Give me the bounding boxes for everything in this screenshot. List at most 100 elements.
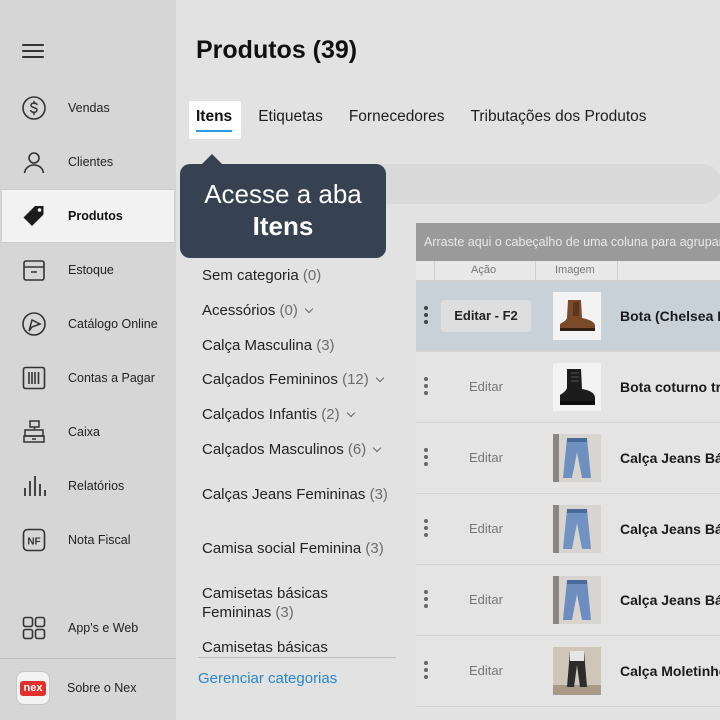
chevron-down-icon[interactable]: [304, 304, 314, 314]
sidebar-item-label: Catálogo Online: [68, 317, 158, 331]
category-name: Calçados Femininos: [202, 371, 338, 388]
edit-button[interactable]: Editar: [441, 442, 531, 474]
category-item[interactable]: Camisetas básicas Femininas (3): [202, 584, 352, 622]
edit-button[interactable]: Editar: [441, 371, 531, 403]
nf-icon: NF: [20, 526, 48, 554]
category-name: Camisa social Feminina: [202, 540, 362, 557]
product-name: Calça Moletinho: [620, 663, 720, 679]
sidebar-item-apps-e-web[interactable]: App's e Web: [0, 602, 176, 654]
category-name: Calçados Infantis: [202, 406, 318, 423]
chevron-down-icon[interactable]: [346, 408, 355, 418]
hamburger-menu-icon[interactable]: [22, 44, 44, 62]
category-count: (3): [365, 540, 384, 557]
product-name: Bota coturno tratorada: [620, 379, 720, 395]
category-item[interactable]: Camisa social Feminina (3): [202, 539, 384, 558]
category-name: Calça Masculina: [202, 337, 313, 354]
category-item[interactable]: Calçados Masculinos (6): [202, 440, 382, 459]
product-name: Bota (Chelsea Boot): [620, 308, 720, 324]
product-image: [553, 363, 601, 411]
nex-logo-text: nex: [19, 680, 47, 696]
category-name: Acessórios: [202, 302, 276, 319]
dollar-circle-icon: [20, 94, 48, 122]
product-image: [553, 434, 601, 482]
kebab-menu-icon[interactable]: [424, 661, 428, 681]
sidebar-item-sobre-o-nex[interactable]: nex Sobre o Nex: [0, 662, 176, 714]
category-name: Camisetas básicas: [202, 639, 328, 656]
sidebar-item-estoque[interactable]: Estoque: [0, 244, 176, 296]
table-row[interactable]: Editar Calça Jeans Básica: [416, 565, 720, 636]
category-item[interactable]: Acessórios (0): [202, 301, 314, 320]
sidebar-item-nota-fiscal[interactable]: NF Nota Fiscal: [0, 514, 176, 566]
category-item[interactable]: Calçados Infantis (2): [202, 405, 355, 424]
user-icon: [20, 148, 48, 176]
product-image: [553, 576, 601, 624]
table-row[interactable]: Editar Calça Jeans Básica: [416, 423, 720, 494]
category-name: Camisetas básicas Femininas: [202, 585, 328, 621]
kebab-menu-icon[interactable]: [424, 590, 428, 610]
sidebar-item-label: Sobre o Nex: [67, 681, 137, 695]
category-count: (6): [347, 441, 367, 458]
table-row[interactable]: Editar Bota coturno tratorada: [416, 352, 720, 423]
column-header-imagem[interactable]: Imagem: [555, 264, 595, 276]
nex-logo-icon: nex: [16, 671, 50, 705]
column-header-acao[interactable]: Ação: [471, 264, 496, 276]
grid-header: Ação Imagem: [416, 261, 720, 281]
cash-register-icon: [20, 418, 48, 446]
manage-categories-link[interactable]: Gerenciar categorias: [198, 670, 337, 687]
sidebar-item-label: Clientes: [68, 155, 114, 169]
category-item[interactable]: Calças Jeans Femininas (3): [202, 485, 388, 504]
sidebar-item-vendas[interactable]: Vendas: [0, 82, 176, 134]
tab-fornecedores[interactable]: Fornecedores: [349, 108, 445, 126]
sidebar-item-contas-a-pagar[interactable]: Contas a Pagar: [0, 352, 176, 404]
table-row[interactable]: Editar - F2 Bota (Chelsea Boot): [416, 281, 720, 352]
category-count: (12): [342, 371, 369, 388]
kebab-menu-icon[interactable]: [424, 306, 428, 326]
category-item[interactable]: Sem categoria (0): [202, 266, 321, 285]
edit-button[interactable]: Editar: [441, 584, 531, 616]
main-content: Produtos (39) Itens Etiquetas Fornecedor…: [176, 0, 720, 720]
category-item[interactable]: Calça Masculina (3): [202, 336, 335, 355]
chevron-down-icon[interactable]: [375, 373, 385, 383]
tab-etiquetas[interactable]: Etiquetas: [258, 108, 323, 126]
sidebar-item-label: Caixa: [68, 425, 100, 439]
category-divider: [198, 657, 396, 658]
tag-icon: [20, 202, 48, 230]
nf-badge-text: NF: [27, 537, 40, 548]
category-count: (3): [275, 604, 294, 621]
edit-button[interactable]: Editar: [441, 513, 531, 545]
sidebar: Vendas Clientes Produtos Estoque Catálog…: [0, 0, 176, 720]
product-image: [553, 505, 601, 553]
sidebar-item-label: Vendas: [68, 101, 110, 115]
page-title: Produtos (39): [196, 36, 358, 64]
category-name: Calças Jeans Femininas: [202, 486, 366, 503]
sidebar-divider: [0, 658, 176, 659]
sidebar-item-label: Relatórios: [68, 479, 125, 493]
sidebar-item-relatorios[interactable]: Relatórios: [0, 460, 176, 512]
sidebar-item-clientes[interactable]: Clientes: [0, 136, 176, 188]
kebab-menu-icon[interactable]: [424, 519, 428, 539]
category-count: (3): [369, 486, 388, 503]
table-row[interactable]: Editar Calça Jeans Básica: [416, 494, 720, 565]
category-item[interactable]: Calçados Femininos (12): [202, 370, 385, 389]
category-item[interactable]: Camisetas básicas: [202, 638, 328, 657]
edit-button[interactable]: Editar - F2: [441, 300, 531, 332]
category-name: Sem categoria: [202, 267, 299, 284]
table-row[interactable]: Editar Calça Moletinho: [416, 636, 720, 707]
kebab-menu-icon[interactable]: [424, 377, 428, 397]
sidebar-item-produtos[interactable]: Produtos: [2, 190, 174, 242]
edit-button[interactable]: Editar: [441, 655, 531, 687]
category-count: (0): [279, 302, 298, 319]
tab-tributacoes[interactable]: Tributações dos Produtos: [470, 108, 646, 126]
column-divider: [617, 261, 618, 281]
bar-chart-icon: [20, 472, 48, 500]
kebab-menu-icon[interactable]: [424, 448, 428, 468]
tab-itens[interactable]: Itens: [196, 108, 233, 132]
sidebar-item-label: Estoque: [68, 263, 114, 277]
group-panel[interactable]: Arraste aqui o cabeçalho de uma coluna p…: [416, 223, 720, 261]
sidebar-item-caixa[interactable]: Caixa: [0, 406, 176, 458]
product-image: [553, 647, 601, 695]
chevron-down-icon[interactable]: [373, 443, 382, 453]
sidebar-item-catalogo-online[interactable]: Catálogo Online: [0, 298, 176, 350]
category-count: (3): [316, 337, 335, 354]
tutorial-tooltip: Acesse a aba Itens: [180, 154, 386, 258]
